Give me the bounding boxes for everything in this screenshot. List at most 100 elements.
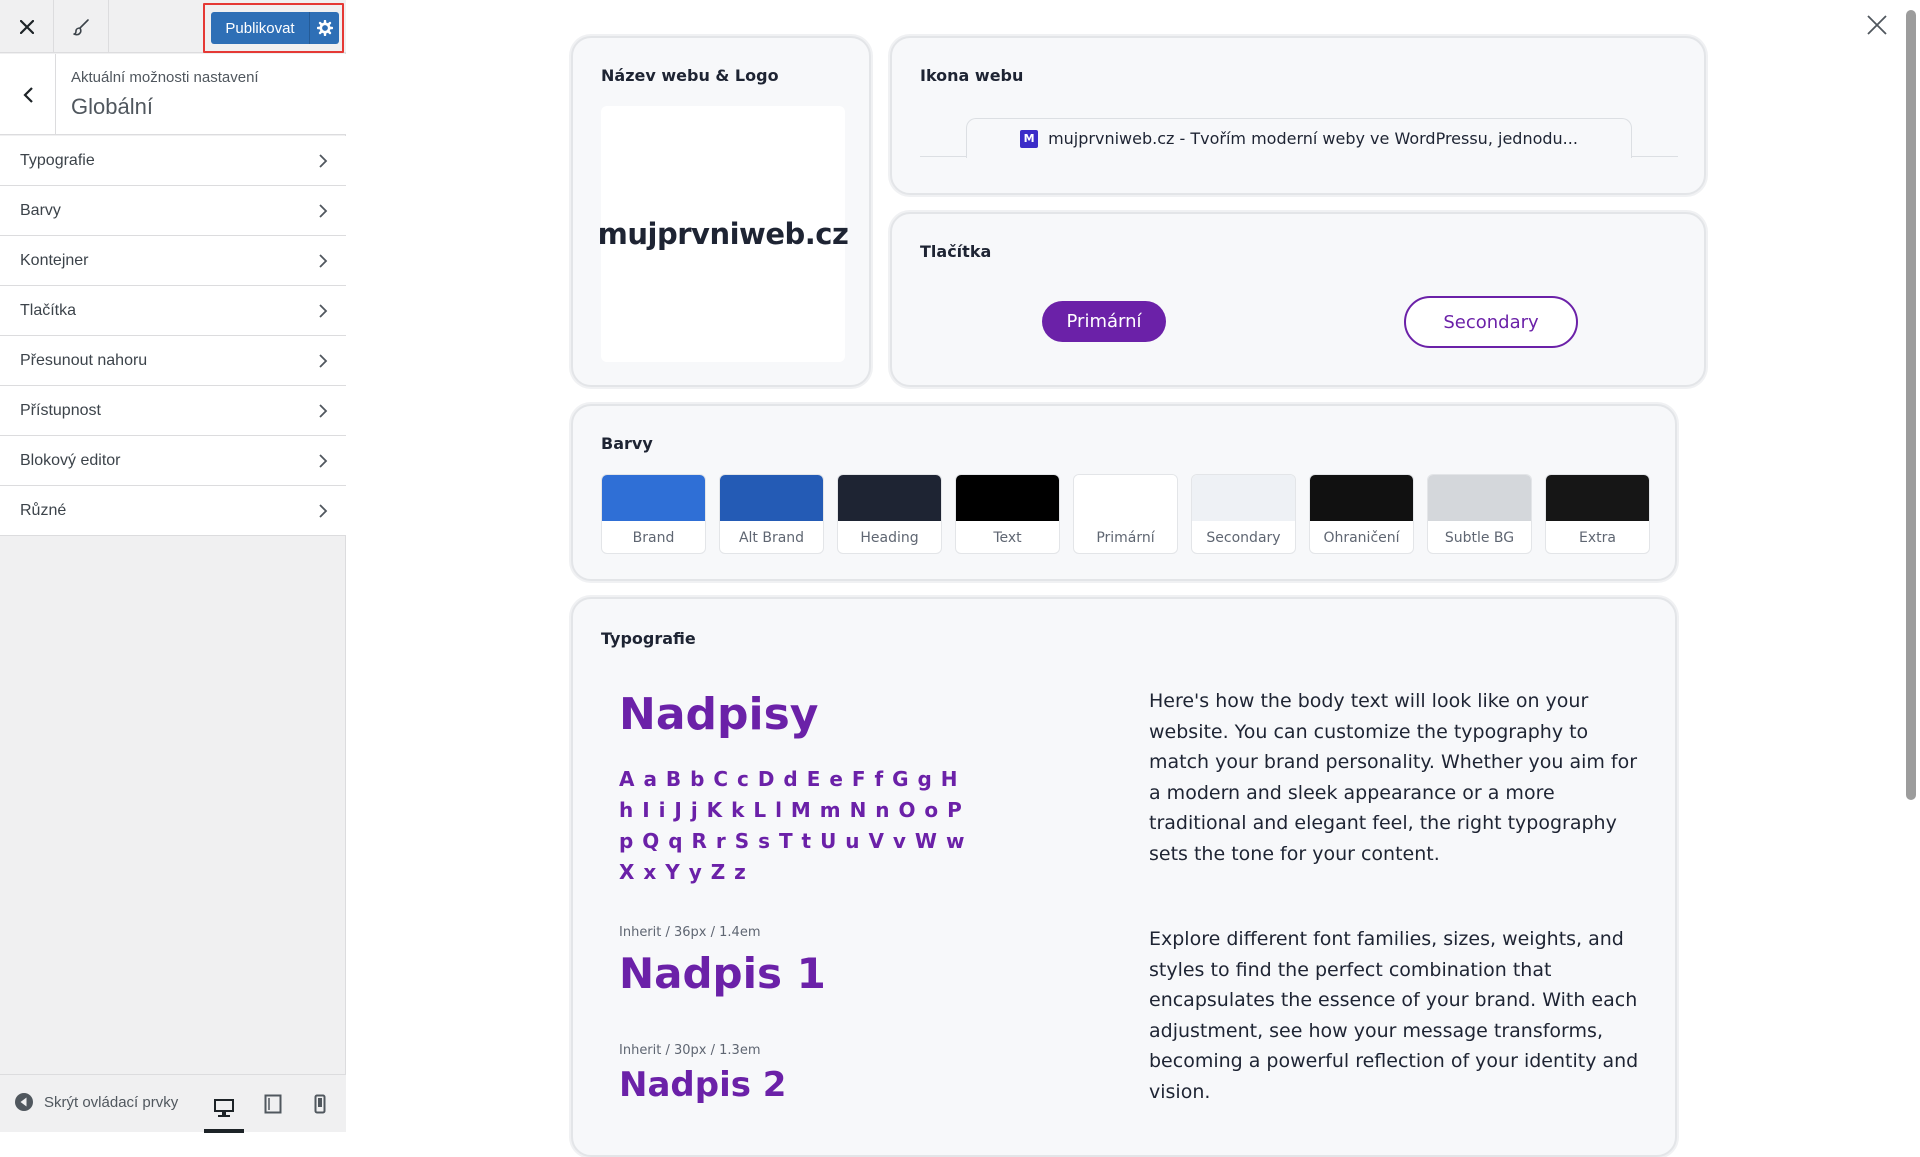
swatch-label: Primární	[1096, 529, 1155, 546]
brush-icon	[72, 18, 89, 35]
menu-item-label: Typografie	[20, 151, 95, 169]
swatch-label: Subtle BG	[1444, 529, 1515, 546]
back-button[interactable]	[0, 54, 56, 135]
scrollbar[interactable]	[1906, 10, 1916, 800]
swatch-color	[1192, 475, 1295, 521]
color-swatch-primary[interactable]: Primární	[1073, 474, 1178, 554]
publish-highlight: Publikovat	[203, 3, 344, 53]
headings-sample: Nadpisy	[619, 689, 819, 740]
browser-tab-preview: M mujprvniweb.cz - Tvořím moderní weby v…	[966, 118, 1632, 158]
menu-item-label: Blokový editor	[20, 451, 121, 469]
collapse-icon	[15, 1093, 33, 1111]
chevron-right-icon	[319, 303, 328, 318]
h2-spec: Inherit / 30px / 1.3em	[619, 1043, 761, 1058]
color-swatch-heading[interactable]: Heading	[837, 474, 942, 554]
close-icon	[19, 19, 34, 34]
swatch-color	[1074, 475, 1177, 521]
mobile-icon	[314, 1094, 326, 1114]
hide-controls-button[interactable]: Skrýt ovládací prvky	[14, 1092, 178, 1112]
hide-controls-label: Skrýt ovládací prvky	[44, 1093, 179, 1111]
swatch-label: Ohraničení	[1323, 529, 1400, 546]
site-name: mujprvniweb.cz	[597, 217, 849, 251]
swatch-color	[602, 475, 705, 521]
card-title: Název webu & Logo	[601, 66, 779, 85]
color-swatch-subtle-bg[interactable]: Subtle BG	[1427, 474, 1532, 554]
menu-item-tlacitka[interactable]: Tlačítka	[0, 286, 346, 336]
customizer-sidebar: Publikovat Aktuální možnosti nastavení G…	[0, 0, 346, 1133]
h1-spec: Inherit / 36px / 1.4em	[619, 925, 761, 940]
chevron-right-icon	[319, 453, 328, 468]
menu-item-pristupnost[interactable]: Přístupnost	[0, 386, 346, 436]
swatch-color	[1310, 475, 1413, 521]
publish-settings-button[interactable]	[309, 12, 339, 44]
card-title: Ikona webu	[920, 66, 1024, 85]
swatch-color	[1428, 475, 1531, 521]
menu-item-label: Tlačítka	[20, 301, 77, 319]
colors-card: Barvy Brand Alt Brand Heading Text Primá…	[571, 404, 1677, 581]
primary-button-sample[interactable]: Primární	[1042, 301, 1166, 342]
swatch-label: Alt Brand	[738, 529, 805, 546]
publish-button[interactable]: Publikovat	[211, 12, 309, 44]
menu-item-barvy[interactable]: Barvy	[0, 186, 346, 236]
site-logo-card: Název webu & Logo mujprvniweb.cz	[571, 36, 871, 387]
chevron-right-icon	[319, 403, 328, 418]
color-swatch-text[interactable]: Text	[955, 474, 1060, 554]
card-title: Barvy	[601, 434, 653, 453]
menu-item-ruzne[interactable]: Různé	[0, 486, 346, 536]
customize-styles-button[interactable]	[55, 0, 109, 53]
site-icon-card: Ikona webu M mujprvniweb.cz - Tvořím mod…	[890, 36, 1706, 195]
device-mobile-button[interactable]	[300, 1087, 340, 1121]
body-text-sample: Explore different font families, sizes, …	[1149, 928, 1639, 1103]
menu-item-blokovy-editor[interactable]: Blokový editor	[0, 436, 346, 486]
color-swatch-brand[interactable]: Brand	[601, 474, 706, 554]
color-swatch-alt-brand[interactable]: Alt Brand	[719, 474, 824, 554]
menu-item-typografie[interactable]: Typografie	[0, 136, 346, 186]
settings-menu: Typografie Barvy Kontejner Tlačítka Přes…	[0, 136, 346, 536]
close-customizer-button[interactable]	[0, 0, 54, 53]
alphabet-sample: A a B b C c D d E e F f G g H h I i J j …	[619, 767, 966, 884]
card-title: Tlačítka	[920, 242, 992, 261]
card-title: Typografie	[601, 629, 696, 648]
swatch-color	[956, 475, 1059, 521]
tab-bar-line	[1631, 156, 1678, 157]
chevron-right-icon	[319, 503, 328, 518]
menu-item-label: Kontejner	[20, 251, 89, 269]
chevron-right-icon	[319, 203, 328, 218]
h2-sample: Nadpis 2	[619, 1065, 787, 1105]
favicon: M	[1020, 129, 1039, 148]
menu-item-presunout-nahoru[interactable]: Přesunout nahoru	[0, 336, 346, 386]
secondary-button-sample[interactable]: Secondary	[1404, 296, 1578, 348]
color-swatch-border[interactable]: Ohraničení	[1309, 474, 1414, 554]
chevron-right-icon	[319, 353, 328, 368]
device-tablet-button[interactable]	[253, 1087, 293, 1121]
section-header: Aktuální možnosti nastavení Globální	[0, 54, 346, 135]
swatch-label: Brand	[632, 529, 675, 546]
swatch-color	[720, 475, 823, 521]
sidebar-footer: Skrýt ovládací prvky	[0, 1074, 346, 1133]
preview-area: Název webu & Logo mujprvniweb.cz Ikona w…	[347, 0, 1920, 1157]
menu-item-kontejner[interactable]: Kontejner	[0, 236, 346, 286]
tab-title: mujprvniweb.cz - Tvořím moderní weby ve …	[1048, 129, 1578, 148]
chevron-left-icon	[22, 86, 33, 103]
tab-bar-line	[920, 156, 967, 157]
chevron-right-icon	[319, 253, 328, 268]
section-title: Globální	[71, 94, 153, 119]
color-swatch-secondary[interactable]: Secondary	[1191, 474, 1296, 554]
body-text-sample: Here's how the body text will look like …	[1149, 690, 1638, 865]
logo-preview: mujprvniweb.cz	[598, 106, 849, 362]
chevron-right-icon	[319, 153, 328, 168]
swatch-label: Heading	[860, 529, 919, 546]
preview-close-button[interactable]	[1866, 14, 1890, 38]
section-caption: Aktuální možnosti nastavení	[71, 69, 259, 86]
menu-item-label: Barvy	[20, 201, 61, 219]
color-swatch-extra[interactable]: Extra	[1545, 474, 1650, 554]
device-desktop-button[interactable]	[204, 1087, 244, 1133]
menu-item-label: Přesunout nahoru	[20, 351, 148, 369]
gear-icon	[316, 20, 333, 36]
swatch-color	[1546, 475, 1649, 521]
menu-item-label: Různé	[20, 501, 67, 519]
desktop-icon	[214, 1099, 234, 1117]
typography-card: Typografie Nadpisy A a B b C c D d E e F…	[571, 597, 1677, 1157]
swatch-label: Text	[993, 529, 1022, 546]
close-icon	[1867, 15, 1887, 35]
